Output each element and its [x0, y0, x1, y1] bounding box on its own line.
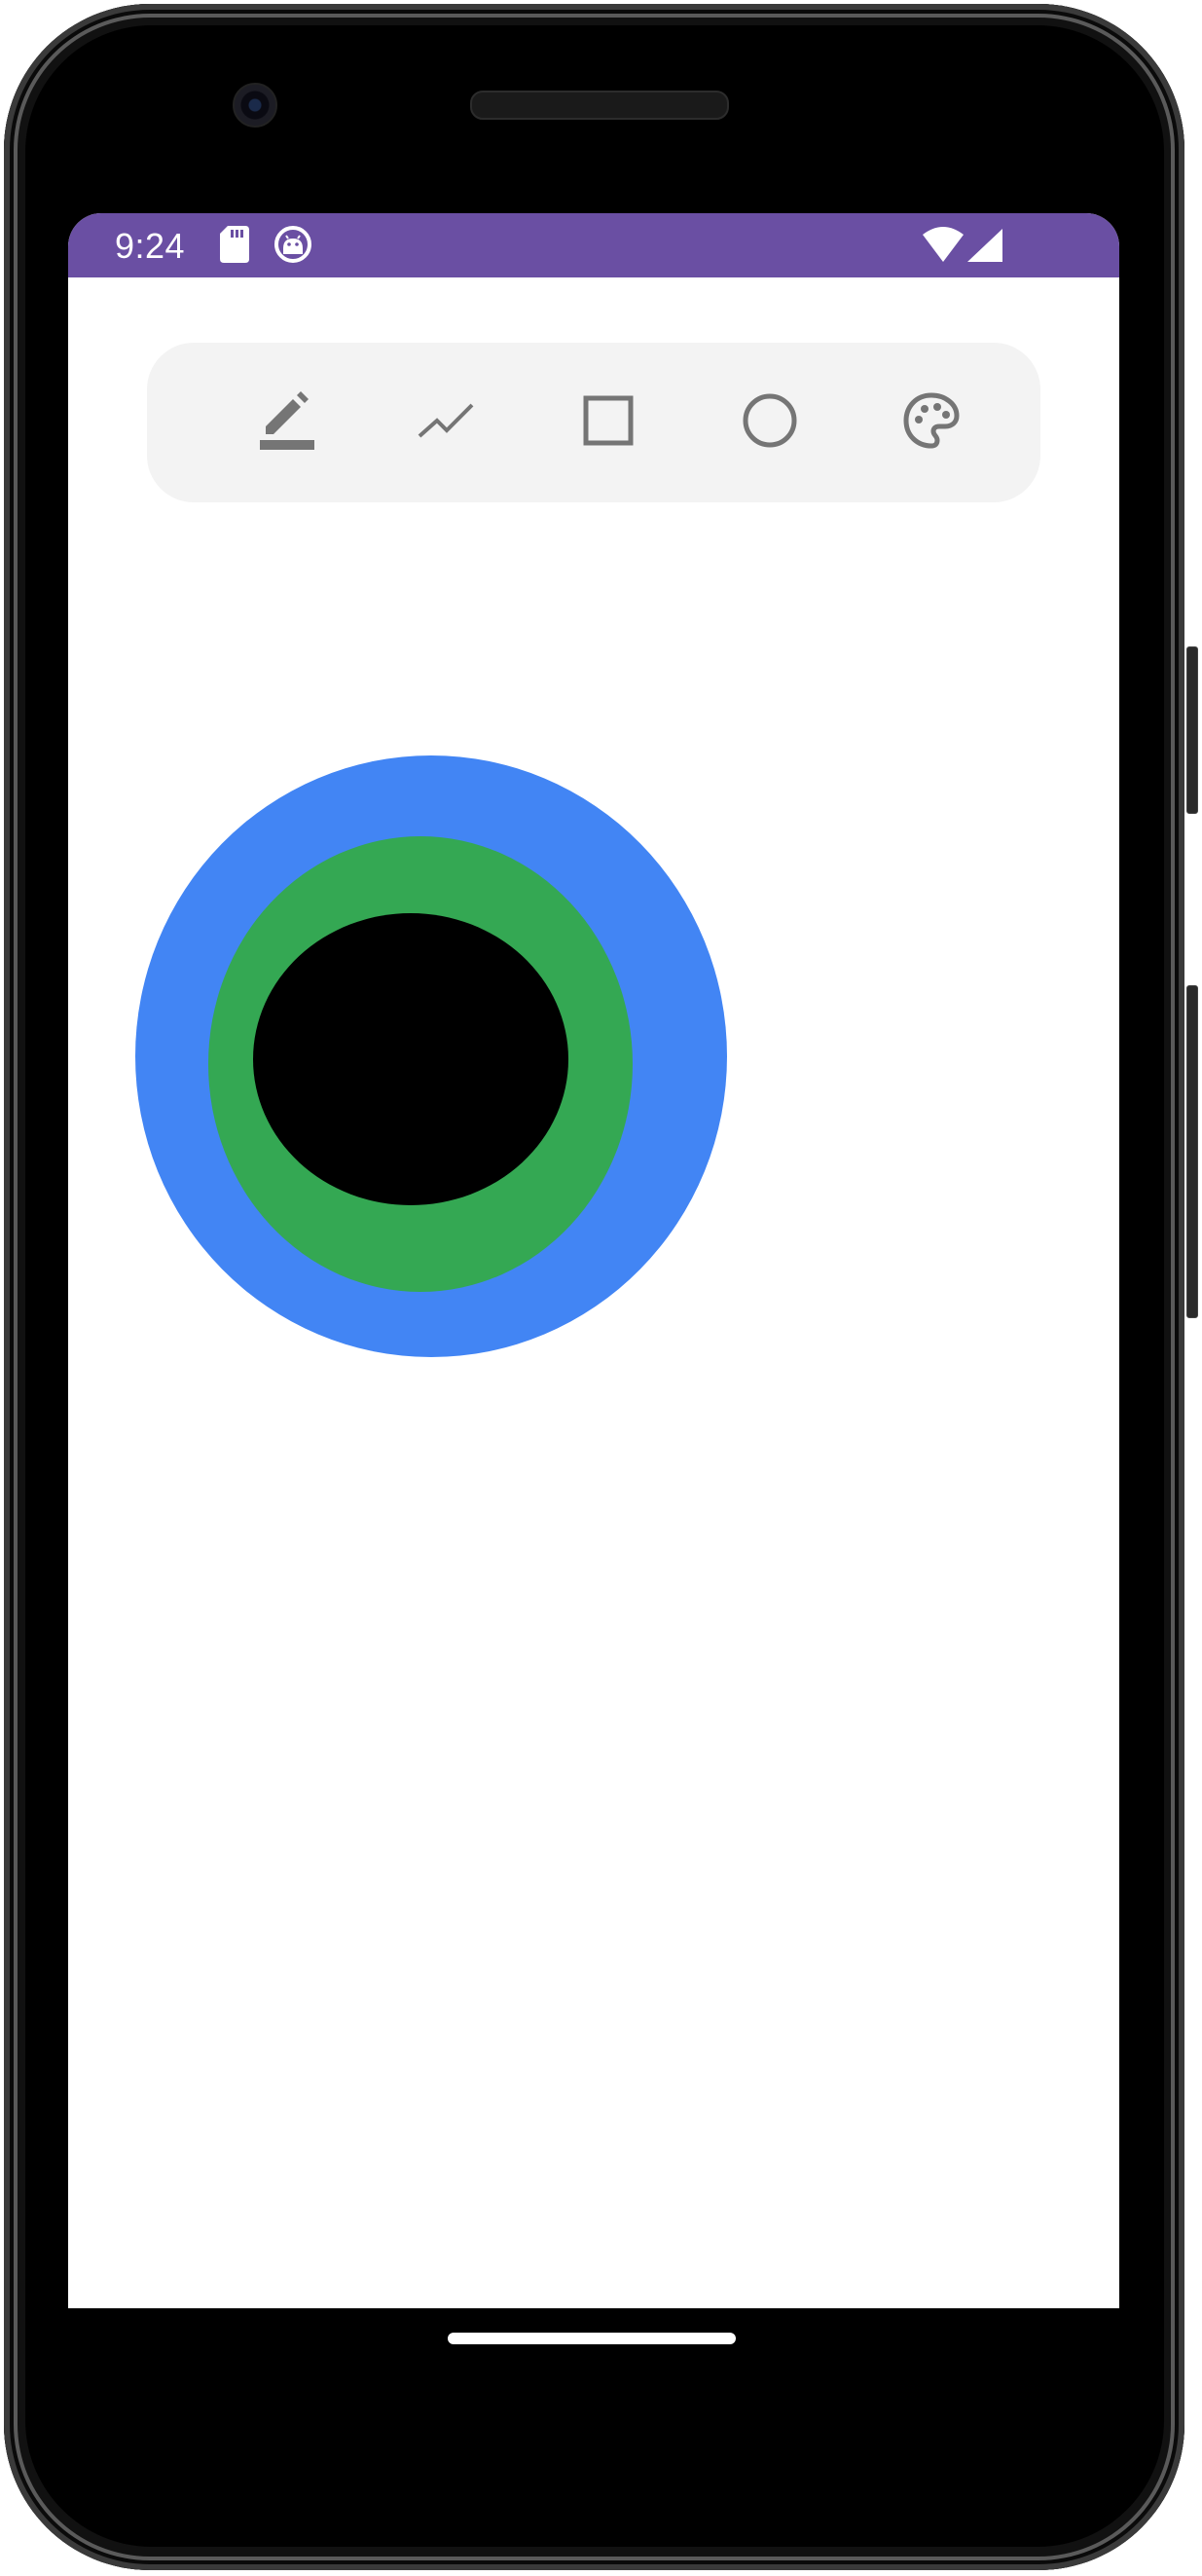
- drawing-toolbar: [147, 343, 1040, 502]
- phone-device: 9:24: [0, 0, 1202, 2576]
- drawing-canvas[interactable]: [68, 517, 1119, 2308]
- screen-bottom-edge: [68, 2308, 1119, 2318]
- wifi-icon: [923, 227, 964, 266]
- edit-pencil-icon: [258, 389, 316, 456]
- palette-icon: [902, 391, 961, 454]
- earpiece-speaker: [470, 91, 729, 120]
- pen-tool-button[interactable]: [246, 382, 328, 463]
- status-time: 9:24: [115, 226, 186, 266]
- home-gesture-bar[interactable]: [448, 2333, 736, 2344]
- cell-signal-icon: [967, 229, 1002, 266]
- android-debug-icon: [273, 225, 312, 268]
- polyline-icon: [418, 401, 476, 444]
- line-tool-button[interactable]: [406, 382, 488, 463]
- rectangle-tool-button[interactable]: [567, 382, 649, 463]
- power-button: [1186, 646, 1198, 814]
- front-camera: [233, 83, 277, 128]
- color-tool-button[interactable]: [891, 382, 972, 463]
- square-outline-icon: [583, 395, 634, 450]
- sd-card-icon: [220, 226, 249, 267]
- volume-button: [1186, 985, 1198, 1318]
- screen: 9:24: [68, 213, 1119, 2308]
- circle-outline-icon: [742, 392, 798, 453]
- status-bar: 9:24: [68, 213, 1119, 277]
- inner-black-ellipse: [253, 913, 568, 1205]
- circle-tool-button[interactable]: [729, 382, 811, 463]
